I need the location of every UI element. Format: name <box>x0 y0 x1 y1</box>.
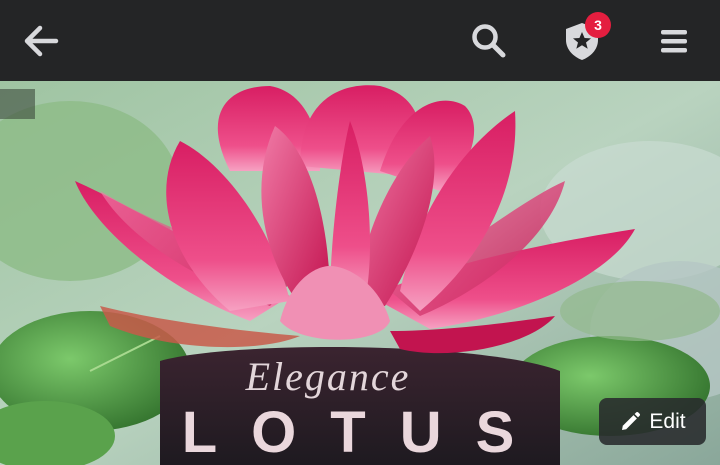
edit-cover-button[interactable]: Edit <box>599 398 706 445</box>
notifications-button[interactable]: 3 <box>553 12 611 70</box>
arrow-left-icon <box>24 25 59 57</box>
pencil-icon <box>622 411 641 430</box>
search-button[interactable] <box>460 12 518 70</box>
top-app-bar: 3 <box>0 0 720 81</box>
search-icon <box>472 24 506 58</box>
hamburger-menu-icon <box>661 30 687 53</box>
notification-badge: 3 <box>585 12 611 38</box>
edit-label: Edit <box>649 409 686 433</box>
menu-button[interactable] <box>645 12 703 70</box>
back-button[interactable] <box>12 12 70 70</box>
